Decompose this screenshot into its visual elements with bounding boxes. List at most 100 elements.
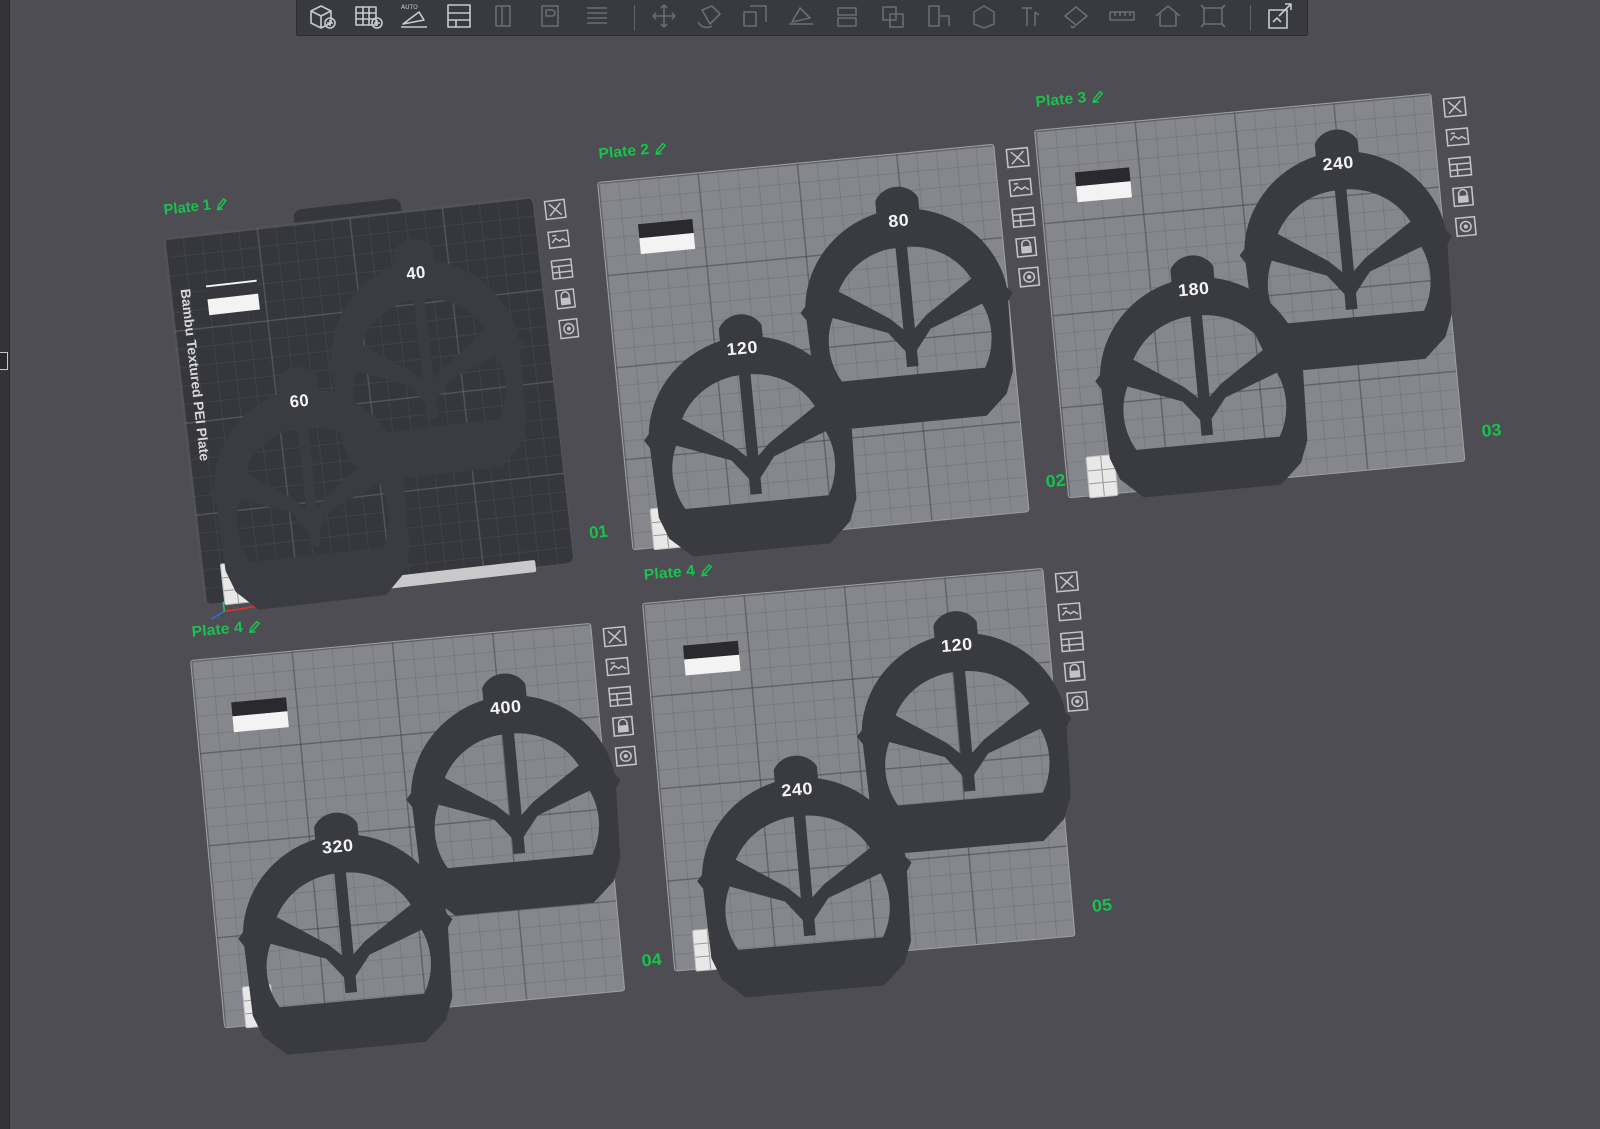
pencil-icon[interactable] bbox=[247, 619, 262, 637]
plate-number: 05 bbox=[1091, 895, 1113, 916]
plate-name-text: Plate 4 bbox=[643, 562, 696, 584]
mesh-boolean-button[interactable] bbox=[874, 2, 912, 34]
arrange-plate-button[interactable] bbox=[1006, 176, 1035, 203]
add-object-button[interactable] bbox=[303, 2, 341, 34]
auto-orient-button[interactable]: AUTO bbox=[395, 2, 433, 34]
plate-settings-button[interactable] bbox=[555, 317, 583, 344]
grid-plus-icon bbox=[353, 2, 383, 34]
plate-2[interactable]: Plate 2 02 80 120 bbox=[597, 141, 1066, 557]
split-parts-icon bbox=[536, 2, 566, 34]
text-shape-icon bbox=[1015, 2, 1045, 34]
split-objects-button[interactable] bbox=[486, 2, 524, 34]
color-paint-icon bbox=[1061, 2, 1091, 34]
cube-plus-icon bbox=[307, 2, 337, 34]
toolbar-separator bbox=[1250, 4, 1252, 31]
emboss-icon bbox=[1198, 2, 1228, 34]
plate-settings-button[interactable] bbox=[1015, 266, 1044, 293]
model-part[interactable]: 240 bbox=[687, 755, 923, 1002]
plate-name-label[interactable]: Plate 1 bbox=[163, 194, 230, 220]
plate-settings-button[interactable] bbox=[1451, 215, 1480, 241]
move-button[interactable] bbox=[645, 2, 683, 34]
close-icon bbox=[1441, 95, 1468, 123]
model-part[interactable]: 320 bbox=[228, 812, 465, 1059]
svg-text:AUTO: AUTO bbox=[401, 4, 418, 11]
plate-name-label[interactable]: Plate 4 bbox=[643, 561, 715, 586]
measure-button[interactable] bbox=[1103, 2, 1141, 34]
arrange-plate-button[interactable] bbox=[545, 228, 573, 255]
plate-settings-button[interactable] bbox=[611, 745, 641, 771]
plate-name-text: Plate 4 bbox=[190, 619, 244, 641]
filament-swatch bbox=[1074, 167, 1132, 203]
plate-4[interactable]: Plate 4 04 400 320 bbox=[190, 619, 662, 1055]
split-parts-button[interactable] bbox=[532, 2, 570, 34]
remove-plate-button[interactable] bbox=[1003, 146, 1032, 173]
remove-plate-button[interactable] bbox=[1440, 96, 1469, 122]
support-paint-button[interactable] bbox=[920, 2, 958, 34]
layers-button[interactable] bbox=[578, 2, 616, 34]
plate-name-label[interactable]: Plate 2 bbox=[598, 139, 669, 165]
model-part[interactable]: 180 bbox=[1085, 255, 1320, 502]
filament-swatch bbox=[231, 697, 289, 733]
close-icon bbox=[1053, 570, 1081, 598]
orient-plate-button[interactable] bbox=[1057, 630, 1087, 657]
left-panel-edge bbox=[0, 0, 10, 1129]
lock-plate-button[interactable] bbox=[1012, 236, 1041, 263]
settings-icon bbox=[1452, 214, 1479, 242]
plate-number: 02 bbox=[1044, 470, 1067, 492]
settings-icon bbox=[1064, 689, 1092, 717]
plate-number: 03 bbox=[1480, 420, 1503, 441]
emboss-button[interactable] bbox=[1194, 2, 1232, 34]
orient-plate-button[interactable] bbox=[548, 258, 576, 285]
remove-plate-button[interactable] bbox=[600, 625, 630, 651]
seam-paint-button[interactable] bbox=[965, 2, 1003, 34]
remove-plate-button[interactable] bbox=[541, 198, 569, 225]
plate-settings-button[interactable] bbox=[1063, 690, 1093, 716]
lock-plate-button[interactable] bbox=[1060, 660, 1090, 686]
lay-on-face-button[interactable] bbox=[782, 2, 820, 34]
plate-name-text: Plate 1 bbox=[162, 196, 212, 219]
filament-swatch bbox=[682, 640, 741, 676]
model-part[interactable]: 60 bbox=[197, 367, 422, 614]
assembly-button[interactable] bbox=[1149, 2, 1187, 34]
pencil-icon[interactable] bbox=[654, 141, 669, 159]
remove-plate-button[interactable] bbox=[1052, 571, 1082, 597]
color-paint-button[interactable] bbox=[1057, 2, 1095, 34]
arrange-plate-icon bbox=[546, 227, 572, 255]
text-shape-button[interactable] bbox=[1011, 2, 1049, 34]
plate-1[interactable]: Plate 1 01 Bambu Textured PEI Plate 40 60 bbox=[163, 194, 609, 620]
arrange-plate-button[interactable] bbox=[1443, 126, 1472, 152]
lock-plate-button[interactable] bbox=[552, 287, 580, 314]
panel-collapse-handle[interactable] bbox=[0, 352, 8, 370]
arrange-plate-button[interactable] bbox=[1055, 601, 1085, 627]
pencil-icon[interactable] bbox=[1091, 89, 1106, 107]
orient-plate-button[interactable] bbox=[1446, 156, 1475, 182]
assemble-view-button[interactable] bbox=[1261, 2, 1299, 34]
lock-icon bbox=[553, 287, 579, 315]
arrange-plate-icon bbox=[1444, 125, 1471, 153]
cut-button[interactable] bbox=[828, 2, 866, 34]
lock-plate-button[interactable] bbox=[608, 715, 638, 741]
plate-name-label[interactable]: Plate 3 bbox=[1035, 87, 1106, 112]
plate-3[interactable]: Plate 3 03 240 180 bbox=[1034, 89, 1502, 499]
plate-name-label[interactable]: Plate 4 bbox=[191, 617, 263, 642]
pencil-icon[interactable] bbox=[700, 563, 715, 581]
close-icon bbox=[601, 625, 629, 653]
orient-plate-button[interactable] bbox=[1009, 206, 1038, 233]
lock-plate-button[interactable] bbox=[1449, 185, 1478, 211]
lock-icon bbox=[1061, 659, 1089, 687]
filament-swatch bbox=[205, 279, 260, 316]
lay-on-face-icon bbox=[786, 2, 816, 34]
add-plate-button[interactable] bbox=[349, 2, 387, 34]
rotate-icon bbox=[694, 2, 724, 34]
pencil-icon[interactable] bbox=[215, 196, 230, 214]
arrange-plate-button[interactable] bbox=[603, 655, 633, 681]
orient-plate-button[interactable] bbox=[606, 685, 636, 711]
plate-number: 04 bbox=[640, 949, 663, 971]
plate-5[interactable]: Plate 4 05 120 240 bbox=[642, 562, 1113, 998]
rotate-button[interactable] bbox=[691, 2, 729, 34]
arrange-button[interactable] bbox=[440, 2, 478, 34]
model-part[interactable]: 120 bbox=[633, 314, 869, 562]
arrange-icon bbox=[444, 2, 474, 34]
scale-button[interactable] bbox=[736, 2, 774, 34]
assemble-view-icon bbox=[1265, 2, 1295, 34]
